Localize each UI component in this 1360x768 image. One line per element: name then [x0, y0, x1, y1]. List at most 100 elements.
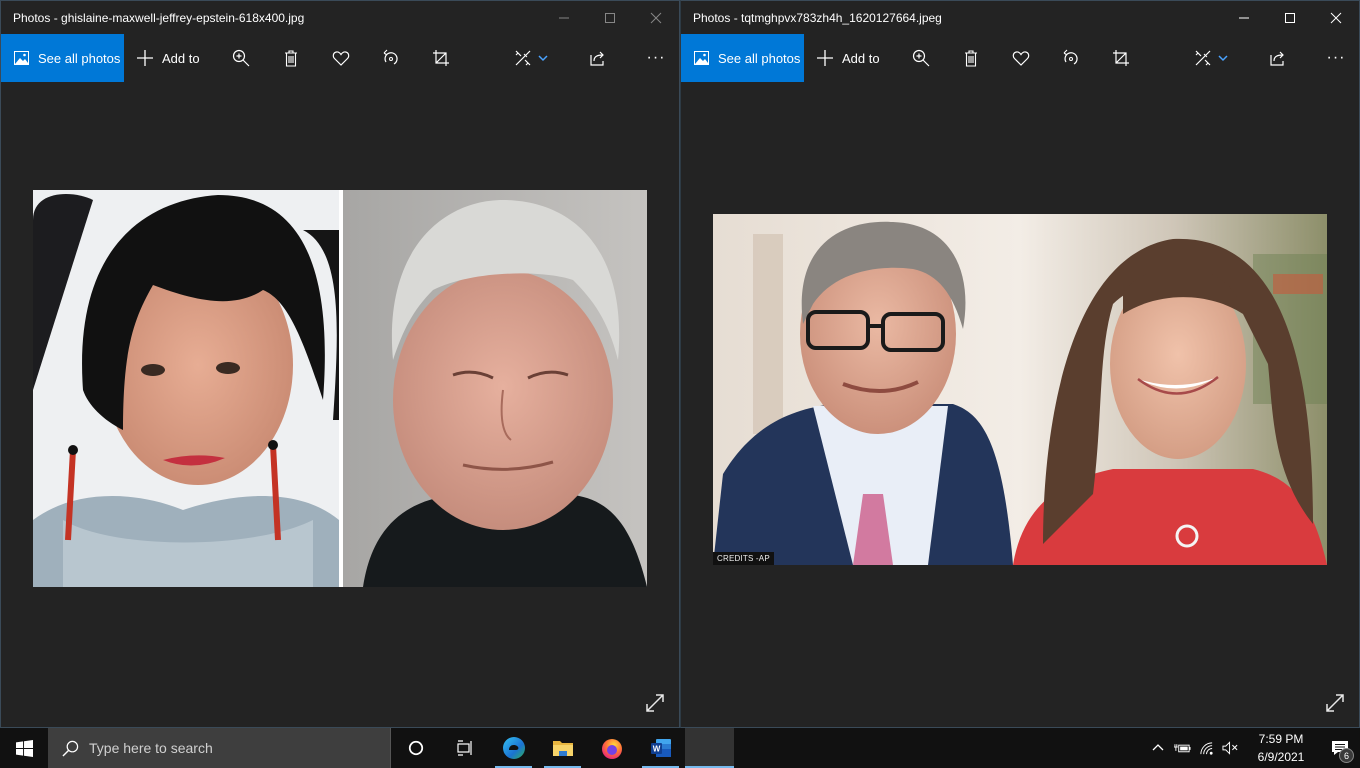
share-icon — [590, 51, 604, 66]
battery-button[interactable] — [1170, 728, 1194, 768]
photo-canvas: CREDITS -AP — [681, 82, 1359, 727]
more-options-button[interactable]: ··· — [644, 34, 668, 82]
zoom-button[interactable] — [229, 34, 253, 82]
search-icon — [62, 740, 79, 757]
photo-credits: CREDITS -AP — [713, 552, 774, 565]
task-view-button[interactable] — [440, 728, 489, 768]
photo-canvas — [1, 82, 679, 727]
favorite-button[interactable] — [329, 34, 353, 82]
add-to-button[interactable]: Add to — [136, 34, 200, 82]
see-all-photos-label: See all photos — [718, 50, 801, 66]
more-icon: ··· — [1326, 49, 1346, 66]
see-all-photos-button[interactable]: See all photos — [1, 34, 124, 82]
system-tray: 7:59 PM 6/9/2021 6 — [1146, 728, 1360, 768]
show-hidden-icons-button[interactable] — [1146, 728, 1170, 768]
favorite-button[interactable] — [1009, 34, 1033, 82]
more-options-button[interactable]: ··· — [1324, 34, 1348, 82]
rotate-button[interactable] — [379, 34, 403, 82]
search-placeholder: Type here to search — [89, 740, 213, 756]
taskbar: Type here to search W 7:59 PM 6/9/2021 6 — [0, 728, 1360, 768]
full-screen-button[interactable] — [645, 693, 665, 713]
delete-icon — [965, 50, 977, 67]
heart-icon — [1012, 51, 1030, 66]
share-button[interactable] — [1266, 34, 1290, 82]
add-to-label: Add to — [162, 50, 200, 66]
delete-button[interactable] — [279, 34, 303, 82]
edit-create-button[interactable] — [509, 34, 553, 82]
maximize-button[interactable] — [1267, 1, 1313, 34]
action-center-button[interactable]: 6 — [1320, 728, 1360, 768]
minimize-icon — [1239, 17, 1249, 18]
heart-icon — [332, 51, 350, 66]
edit-create-button[interactable] — [1189, 34, 1233, 82]
crop-icon — [433, 50, 449, 66]
close-icon — [650, 12, 662, 23]
photo-image[interactable] — [33, 190, 647, 587]
add-to-button[interactable]: Add to — [816, 34, 880, 82]
photo-content — [33, 190, 647, 587]
photo-toolbar: See all photos Add to ··· — [681, 34, 1359, 82]
word-icon: W — [650, 739, 671, 757]
clock[interactable]: 7:59 PM 6/9/2021 — [1242, 730, 1320, 766]
rotate-icon — [1063, 49, 1078, 65]
plus-icon — [817, 50, 833, 66]
photos-window-right: Photos - tqtmghpvx783zh4h_1620127664.jpe… — [680, 0, 1360, 728]
title-bar[interactable]: Photos - ghislaine-maxwell-jeffrey-epste… — [1, 1, 679, 34]
desktop: Photos - ghislaine-maxwell-jeffrey-epste… — [0, 0, 1360, 768]
clock-time: 7:59 PM — [1258, 732, 1304, 746]
edge-icon — [502, 737, 525, 759]
svg-text:W: W — [652, 745, 660, 754]
cortana-button[interactable] — [391, 728, 440, 768]
maximize-button[interactable] — [587, 1, 633, 34]
taskbar-app-firefox[interactable] — [587, 728, 636, 768]
close-button[interactable] — [633, 1, 679, 34]
task-view-icon — [456, 740, 472, 756]
network-button[interactable] — [1194, 728, 1218, 768]
image-icon — [694, 51, 709, 65]
volume-button[interactable] — [1218, 728, 1242, 768]
title-bar[interactable]: Photos - tqtmghpvx783zh4h_1620127664.jpe… — [681, 1, 1359, 34]
photo-image[interactable]: CREDITS -AP — [713, 214, 1327, 565]
cortana-icon — [408, 740, 423, 756]
start-button[interactable] — [0, 728, 48, 768]
chevron-up-icon — [1152, 744, 1164, 751]
maximize-icon — [605, 12, 615, 23]
chevron-down-icon — [538, 55, 548, 62]
photo-content — [713, 214, 1327, 565]
delete-button[interactable] — [959, 34, 983, 82]
firefox-icon — [601, 739, 622, 759]
folder-icon — [552, 741, 573, 756]
maximize-icon — [1285, 12, 1295, 23]
zoom-in-icon — [912, 49, 930, 67]
windows-logo-icon — [15, 739, 33, 757]
crop-button[interactable] — [1109, 34, 1133, 82]
taskbar-app-file-explorer[interactable] — [538, 728, 587, 768]
see-all-photos-button[interactable]: See all photos — [681, 34, 804, 82]
close-icon — [1330, 12, 1342, 23]
taskbar-search-box[interactable]: Type here to search — [48, 728, 391, 768]
delete-icon — [285, 50, 297, 67]
clock-date: 6/9/2021 — [1257, 750, 1305, 764]
rotate-button[interactable] — [1059, 34, 1083, 82]
more-icon: ··· — [646, 49, 666, 66]
taskbar-app-word[interactable]: W — [636, 728, 685, 768]
close-button[interactable] — [1313, 1, 1359, 34]
crop-icon — [1113, 50, 1129, 66]
add-to-label: Add to — [842, 50, 880, 66]
rotate-icon — [383, 49, 398, 65]
zoom-button[interactable] — [909, 34, 933, 82]
battery-charging-icon — [1173, 744, 1191, 753]
wifi-icon — [1199, 741, 1213, 755]
zoom-in-icon — [232, 49, 250, 67]
taskbar-app-photos[interactable] — [685, 728, 734, 768]
edit-create-icon — [515, 50, 531, 66]
crop-button[interactable] — [429, 34, 453, 82]
taskbar-app-edge[interactable] — [489, 728, 538, 768]
minimize-button[interactable] — [541, 1, 587, 34]
minimize-button[interactable] — [1221, 1, 1267, 34]
chevron-down-icon — [1218, 55, 1228, 62]
window-title: Photos - ghislaine-maxwell-jeffrey-epste… — [13, 10, 305, 25]
share-button[interactable] — [586, 34, 610, 82]
full-screen-button[interactable] — [1325, 693, 1345, 713]
volume-muted-icon — [1221, 741, 1237, 755]
